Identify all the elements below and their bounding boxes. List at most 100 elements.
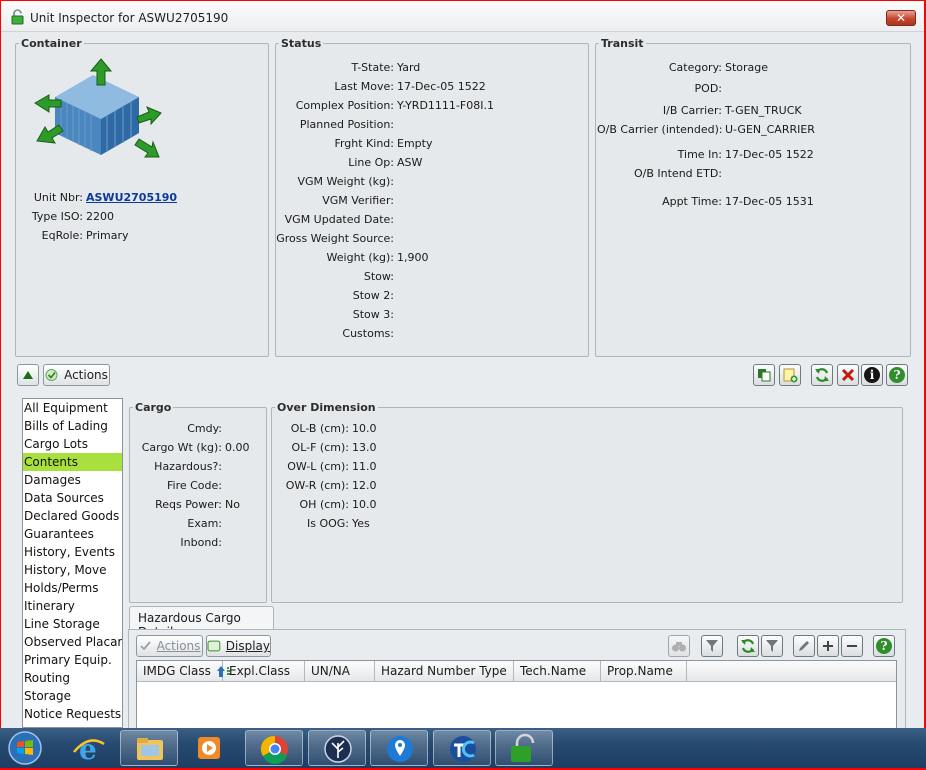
help-icon: ? bbox=[876, 638, 892, 654]
nav-item[interactable]: Cargo Lots bbox=[23, 435, 122, 453]
hazard-filter-button[interactable] bbox=[761, 635, 783, 657]
cargo-field-value: No bbox=[225, 498, 240, 511]
nav-item[interactable]: Declared Goods bbox=[23, 507, 122, 525]
over-dimension-field-row: OL-B (cm): 10.0 bbox=[276, 422, 377, 435]
column-imdg-class[interactable]: IMDG Class bbox=[137, 661, 231, 682]
nav-item[interactable]: Guarantees bbox=[23, 525, 122, 543]
status-field-row: Weight (kg): 1,900 bbox=[276, 251, 429, 264]
info-button[interactable]: i bbox=[861, 364, 883, 386]
nav-item[interactable]: Data Sources bbox=[23, 489, 122, 507]
cargo-field-label: Cargo Wt (kg): bbox=[141, 441, 222, 454]
taskbar-media-player[interactable] bbox=[180, 730, 238, 766]
taskbar-app-location[interactable] bbox=[370, 730, 428, 766]
actions-label: Actions bbox=[64, 368, 108, 382]
nav-item[interactable]: Routing bbox=[23, 669, 122, 687]
transit-field-value: U-GEN_CARRIER bbox=[725, 123, 815, 136]
inspector-nav-list[interactable]: All Equipment Bills of Lading Cargo Lots Co… bbox=[22, 398, 123, 728]
nav-item[interactable]: Damages bbox=[23, 471, 122, 489]
nav-item[interactable]: Bills of Lading bbox=[23, 417, 122, 435]
nav-item[interactable]: Notice Requests bbox=[23, 705, 122, 723]
tree-logo-icon bbox=[324, 735, 352, 763]
hazard-grid[interactable]: IMDG Class Expl.Class UN/NA Hazard Numbe… bbox=[136, 660, 897, 728]
unit-nbr-link[interactable]: ASWU2705190 bbox=[86, 191, 177, 204]
taskbar-app-tree[interactable] bbox=[308, 730, 366, 766]
taskbar-ie[interactable]: e bbox=[60, 730, 118, 766]
cargo-field-row: Cargo Wt (kg): 0.00 bbox=[131, 441, 250, 454]
cargo-field-label: Fire Code: bbox=[167, 479, 222, 492]
column-hazard-number-type[interactable]: Hazard Number Type bbox=[375, 661, 514, 682]
column-expl-class[interactable]: Expl.Class bbox=[223, 661, 305, 682]
svg-text:e: e bbox=[79, 733, 97, 766]
nav-item[interactable]: History, Move bbox=[23, 561, 122, 579]
checkmark-icon bbox=[139, 641, 151, 651]
over-dimension-field-label: OL-B (cm): bbox=[290, 422, 349, 435]
over-dimension-field-label: OW-R (cm): bbox=[285, 479, 349, 492]
transit-field-row: O/B Carrier (intended): U-GEN_CARRIER bbox=[597, 123, 815, 136]
close-button[interactable]: ✕ bbox=[886, 10, 916, 26]
edit-button[interactable] bbox=[793, 635, 815, 657]
status-field-value: ASW bbox=[397, 156, 423, 169]
display-button[interactable]: Display bbox=[206, 635, 271, 657]
hazard-actions-label: Actions bbox=[156, 639, 201, 653]
status-field-label: Customs: bbox=[342, 327, 394, 340]
status-field-row: VGM Verifier: bbox=[276, 194, 397, 207]
add-row-button[interactable] bbox=[817, 635, 839, 657]
transit-field-row: I/B Carrier: T-GEN_TRUCK bbox=[597, 104, 802, 117]
transit-field-value: 17-Dec-05 1531 bbox=[725, 195, 814, 208]
status-field-label: Last Move: bbox=[334, 80, 394, 93]
transit-field-value: 17-Dec-05 1522 bbox=[725, 148, 814, 161]
copy-button[interactable] bbox=[753, 364, 775, 386]
taskbar-chrome[interactable] bbox=[245, 730, 303, 766]
add-note-icon bbox=[783, 368, 798, 383]
triangle-up-icon bbox=[23, 371, 33, 379]
remove-row-button[interactable] bbox=[841, 635, 863, 657]
nav-item[interactable]: Primary Equip. bbox=[23, 651, 122, 669]
status-field-row: Stow 2: bbox=[276, 289, 397, 302]
nav-item[interactable]: All Equipment bbox=[23, 399, 122, 417]
nav-item[interactable]: History, Events bbox=[23, 543, 122, 561]
nav-item[interactable]: Itinerary bbox=[23, 597, 122, 615]
actions-button[interactable]: Actions bbox=[43, 364, 110, 386]
transit-field-row: Category: Storage bbox=[597, 61, 768, 74]
start-button[interactable] bbox=[6, 730, 44, 766]
nav-item[interactable]: Holds/Perms bbox=[23, 579, 122, 597]
hazard-help-button[interactable]: ? bbox=[873, 635, 895, 657]
collapse-up-button[interactable] bbox=[17, 364, 39, 386]
status-field-row: Line Op: ASW bbox=[276, 156, 422, 169]
windows-taskbar: e bbox=[0, 728, 926, 768]
tab-hazardous-cargo-details[interactable]: Hazardous Cargo Details bbox=[129, 606, 274, 639]
nav-item[interactable]: Contents bbox=[23, 453, 122, 471]
add-note-button[interactable] bbox=[779, 364, 801, 386]
status-field-label: Stow: bbox=[363, 270, 394, 283]
checkmark-icon bbox=[45, 369, 58, 381]
column-prop-name[interactable]: Prop.Name bbox=[601, 661, 687, 682]
status-field-row: Customs: bbox=[276, 327, 397, 340]
over-dimension-field-value: Yes bbox=[352, 517, 370, 530]
display-icon bbox=[207, 640, 221, 652]
delete-button[interactable] bbox=[837, 364, 859, 386]
column-un-na[interactable]: UN/NA bbox=[305, 661, 375, 682]
hazard-actions-button[interactable]: Actions bbox=[136, 635, 203, 657]
nav-item[interactable]: Storage bbox=[23, 687, 122, 705]
help-button[interactable]: ? bbox=[886, 364, 908, 386]
hazard-refresh-button[interactable] bbox=[737, 635, 759, 657]
refresh-button[interactable] bbox=[811, 364, 833, 386]
taskbar-explorer[interactable] bbox=[120, 730, 178, 766]
refresh-icon bbox=[741, 639, 755, 653]
over-dimension-field-label: OH (cm): bbox=[299, 498, 349, 511]
filter-button[interactable] bbox=[701, 635, 723, 657]
column-tech-name[interactable]: Tech.Name bbox=[514, 661, 601, 682]
cargo-field-row: Hazardous?: bbox=[131, 460, 225, 473]
cargo-field-label: Reqs Power: bbox=[155, 498, 222, 511]
hazard-view-button[interactable] bbox=[668, 635, 690, 657]
nav-item[interactable]: Observed Placards bbox=[23, 633, 122, 651]
taskbar-app-inspector[interactable] bbox=[495, 730, 553, 766]
delete-x-icon bbox=[841, 368, 855, 382]
unit-inspector-window: Unit Inspector for ASWU2705190 ✕ Contain… bbox=[1, 1, 924, 728]
lock-app-icon bbox=[511, 733, 535, 762]
unit-nbr-row: Unit Nbr: ASWU2705190 bbox=[19, 191, 177, 204]
nav-item[interactable]: Line Storage bbox=[23, 615, 122, 633]
info-icon: i bbox=[864, 367, 880, 383]
taskbar-app-teamcity[interactable] bbox=[433, 730, 491, 766]
cargo-field-row: Cmdy: bbox=[131, 422, 225, 435]
